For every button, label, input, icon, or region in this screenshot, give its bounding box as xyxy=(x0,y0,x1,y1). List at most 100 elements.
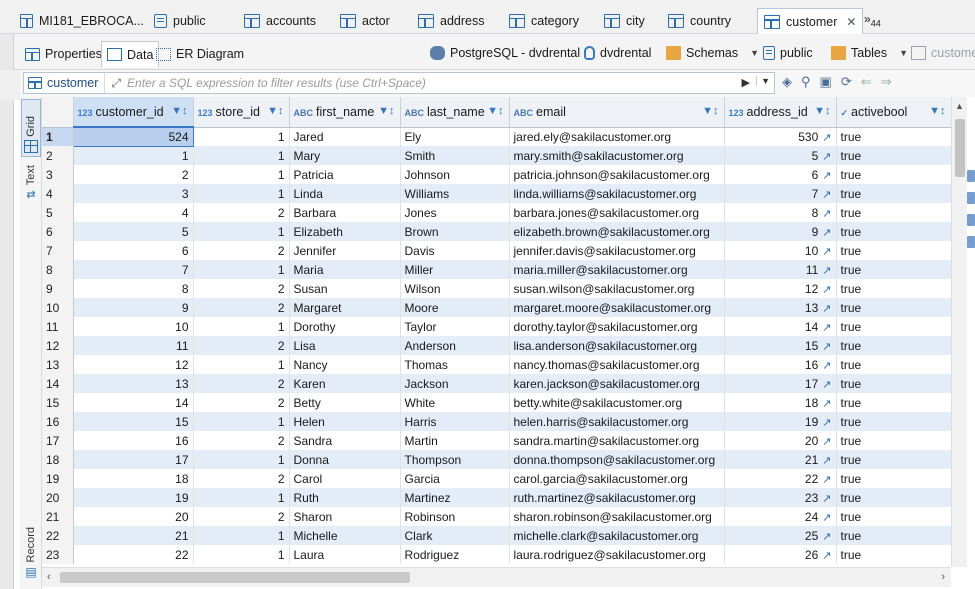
breadcrumb-schemas[interactable]: Schemas ▼ xyxy=(666,42,759,64)
cell-store-id[interactable]: 2 xyxy=(193,374,290,393)
cell-store-id[interactable]: 2 xyxy=(193,431,290,450)
cell-address-id[interactable]: 7 ↗ xyxy=(724,184,837,203)
cell-store-id[interactable]: 2 xyxy=(193,469,290,488)
scroll-thumb[interactable] xyxy=(60,572,410,583)
row-number[interactable]: 5 xyxy=(42,203,74,222)
chevron-down-icon[interactable]: ▼ xyxy=(899,48,908,58)
column-header-first-name[interactable]: ABC first_name ▼↕ xyxy=(289,97,401,128)
column-filter-icon[interactable]: ▼↕ xyxy=(487,105,503,117)
panel-icon[interactable] xyxy=(967,214,975,226)
row-number[interactable]: 13 xyxy=(42,355,74,374)
column-header-address-id[interactable]: 123 address_id ▼↕ xyxy=(724,97,837,128)
foreign-key-link-icon[interactable]: ↗ xyxy=(822,227,831,239)
cell-activebool[interactable]: true xyxy=(836,545,951,564)
cell-address-id[interactable]: 12 ↗ xyxy=(724,279,837,298)
cell-store-id[interactable]: 2 xyxy=(193,336,290,355)
foreign-key-link-icon[interactable]: ↗ xyxy=(822,474,831,486)
grid-view-button[interactable]: Grid xyxy=(21,99,41,157)
cell-address-id[interactable]: 25 ↗ xyxy=(724,526,837,545)
row-number[interactable]: 10 xyxy=(42,298,74,317)
cell-activebool[interactable]: true xyxy=(836,241,951,260)
back-icon[interactable]: ⇐ xyxy=(861,74,872,90)
cell-email[interactable]: barbara.jones@sakilacustomer.org xyxy=(509,203,725,222)
table-row[interactable]: 2 1 1 Mary Smith mary.smith@sakilacustomer.or… xyxy=(42,146,951,165)
cell-first-name[interactable]: Michelle xyxy=(289,526,401,545)
foreign-key-link-icon[interactable]: ↗ xyxy=(822,189,831,201)
cell-first-name[interactable]: Sandra xyxy=(289,431,401,450)
cell-customer-id[interactable]: 22 xyxy=(73,545,194,564)
foreign-key-link-icon[interactable]: ↗ xyxy=(822,360,831,372)
cell-customer-id[interactable]: 10 xyxy=(73,317,194,336)
cell-store-id[interactable]: 1 xyxy=(193,184,290,203)
table-row[interactable]: 18 17 1 Donna Thompson donna.thompson@sakilac… xyxy=(42,450,951,469)
cell-email[interactable]: michelle.clark@sakilacustomer.org xyxy=(509,526,725,545)
foreign-key-link-icon[interactable]: ↗ xyxy=(822,151,831,163)
cell-activebool[interactable]: true xyxy=(836,127,951,146)
cell-address-id[interactable]: 26 ↗ xyxy=(724,545,837,564)
clear-filter-icon[interactable]: ◈ xyxy=(782,74,792,90)
cell-customer-id[interactable]: 9 xyxy=(73,298,194,317)
cell-address-id[interactable]: 24 ↗ xyxy=(724,507,837,526)
cell-email[interactable]: jennifer.davis@sakilacustomer.org xyxy=(509,241,725,260)
cell-customer-id[interactable]: 2 xyxy=(73,165,194,184)
cell-activebool[interactable]: true xyxy=(836,279,951,298)
cell-email[interactable]: laura.rodriguez@sakilacustomer.org xyxy=(509,545,725,564)
cell-address-id[interactable]: 15 ↗ xyxy=(724,336,837,355)
column-header-last-name[interactable]: ABC last_name ▼↕ xyxy=(400,97,510,128)
cell-last-name[interactable]: Thompson xyxy=(400,450,510,469)
cell-address-id[interactable]: 530 ↗ xyxy=(724,127,837,146)
cell-customer-id[interactable]: 4 xyxy=(73,203,194,222)
scroll-up-icon[interactable]: ▲ xyxy=(955,101,964,111)
foreign-key-link-icon[interactable]: ↗ xyxy=(822,284,831,296)
cell-address-id[interactable]: 16 ↗ xyxy=(724,355,837,374)
cell-customer-id[interactable]: 524 xyxy=(72,126,194,147)
table-row[interactable]: 6 5 1 Elizabeth Brown elizabeth.brown@sakilac… xyxy=(42,222,951,241)
foreign-key-link-icon[interactable]: ↗ xyxy=(822,341,831,353)
breadcrumb-table[interactable]: customer xyxy=(911,42,975,64)
table-row[interactable]: 9 8 2 Susan Wilson susan.wilson@sakilacustome… xyxy=(42,279,951,298)
cell-email[interactable]: betty.white@sakilacustomer.org xyxy=(509,393,725,412)
cell-last-name[interactable]: Ely xyxy=(400,127,510,146)
tab-customer[interactable]: customer ✕ xyxy=(757,8,864,35)
cell-address-id[interactable]: 14 ↗ xyxy=(724,317,837,336)
cell-first-name[interactable]: Sharon xyxy=(289,507,401,526)
tab-actor[interactable]: actor xyxy=(334,7,396,34)
table-row[interactable]: 22 21 1 Michelle Clark michelle.clark@sakilac… xyxy=(42,526,951,545)
foreign-key-link-icon[interactable]: ↗ xyxy=(822,170,831,182)
table-row[interactable]: 16 15 1 Helen Harris helen.harris@sakilacusto… xyxy=(42,412,951,431)
cell-activebool[interactable]: true xyxy=(836,298,951,317)
tab-sql-editor[interactable]: MI181_EBROCA... xyxy=(14,7,150,34)
cell-last-name[interactable]: Wilson xyxy=(400,279,510,298)
cell-email[interactable]: karen.jackson@sakilacustomer.org xyxy=(509,374,725,393)
cell-first-name[interactable]: Laura xyxy=(289,545,401,564)
tab-public[interactable]: public xyxy=(148,7,212,34)
filter-placeholder[interactable]: Enter a SQL expression to filter results… xyxy=(127,76,426,90)
cell-activebool[interactable]: true xyxy=(836,374,951,393)
cell-address-id[interactable]: 20 ↗ xyxy=(724,431,837,450)
cell-store-id[interactable]: 2 xyxy=(193,279,290,298)
column-filter-icon[interactable]: ▼↕ xyxy=(814,105,830,117)
cell-email[interactable]: sharon.robinson@sakilacustomer.org xyxy=(509,507,725,526)
column-filter-icon[interactable]: ▼↕ xyxy=(702,105,718,117)
cell-address-id[interactable]: 5 ↗ xyxy=(724,146,837,165)
cell-last-name[interactable]: White xyxy=(400,393,510,412)
cell-customer-id[interactable]: 21 xyxy=(73,526,194,545)
row-number[interactable]: 3 xyxy=(42,165,74,184)
foreign-key-link-icon[interactable]: ↗ xyxy=(822,436,831,448)
row-number[interactable]: 21 xyxy=(42,507,74,526)
breadcrumb-connection[interactable]: PostgreSQL - dvdrental xyxy=(430,42,580,64)
foreign-key-link-icon[interactable]: ↗ xyxy=(822,455,831,467)
cell-store-id[interactable]: 1 xyxy=(193,412,290,431)
cell-customer-id[interactable]: 20 xyxy=(73,507,194,526)
row-number[interactable]: 8 xyxy=(42,260,74,279)
cell-address-id[interactable]: 9 ↗ xyxy=(724,222,837,241)
cell-activebool[interactable]: true xyxy=(836,355,951,374)
cell-customer-id[interactable]: 13 xyxy=(73,374,194,393)
cell-store-id[interactable]: 1 xyxy=(193,488,290,507)
cell-address-id[interactable]: 17 ↗ xyxy=(724,374,837,393)
foreign-key-link-icon[interactable]: ↗ xyxy=(822,246,831,258)
cell-first-name[interactable]: Elizabeth xyxy=(289,222,401,241)
cell-store-id[interactable]: 2 xyxy=(193,507,290,526)
cell-store-id[interactable]: 1 xyxy=(193,317,290,336)
cell-store-id[interactable]: 1 xyxy=(193,260,290,279)
